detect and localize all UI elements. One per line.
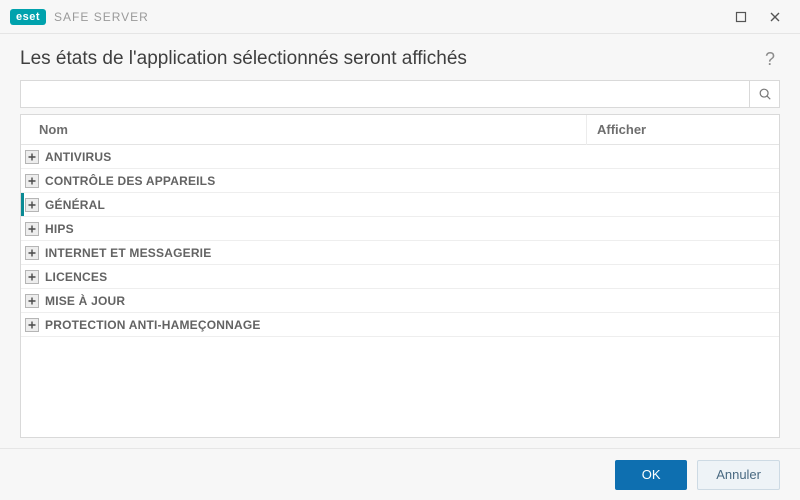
footer: OK Annuler xyxy=(0,448,800,500)
plus-icon xyxy=(27,296,37,306)
table-row[interactable]: GÉNÉRAL xyxy=(21,193,779,217)
brand: eset SAFE SERVER xyxy=(10,9,149,25)
table-header: Nom Afficher xyxy=(21,115,779,145)
search-input[interactable] xyxy=(21,81,749,107)
ok-button[interactable]: OK xyxy=(615,460,687,490)
expand-button[interactable] xyxy=(25,246,39,260)
search-button[interactable] xyxy=(749,81,779,107)
table-row[interactable]: CONTRÔLE DES APPAREILS xyxy=(21,169,779,193)
page-title: Les états de l'application sélectionnés … xyxy=(20,48,467,70)
table-body: ANTIVIRUS CONTRÔLE DES APPAREILS GÉNÉRAL HI… xyxy=(21,145,779,437)
plus-icon xyxy=(27,224,37,234)
titlebar: eset SAFE SERVER xyxy=(0,0,800,34)
plus-icon xyxy=(27,200,37,210)
expand-button[interactable] xyxy=(25,318,39,332)
table-row[interactable]: PROTECTION ANTI-HAMEÇONNAGE xyxy=(21,313,779,337)
plus-icon xyxy=(27,320,37,330)
cancel-button[interactable]: Annuler xyxy=(697,460,780,490)
expand-button[interactable] xyxy=(25,270,39,284)
expand-button[interactable] xyxy=(25,150,39,164)
expand-button[interactable] xyxy=(25,174,39,188)
row-label: ANTIVIRUS xyxy=(45,150,111,164)
plus-icon xyxy=(27,272,37,282)
table-row[interactable]: MISE À JOUR xyxy=(21,289,779,313)
row-label: HIPS xyxy=(45,222,74,236)
brand-badge: eset xyxy=(10,9,46,25)
app-window: eset SAFE SERVER Les états de l'applicat… xyxy=(0,0,800,500)
expand-button[interactable] xyxy=(25,294,39,308)
close-button[interactable] xyxy=(758,0,792,34)
row-label: CONTRÔLE DES APPAREILS xyxy=(45,174,215,188)
plus-icon xyxy=(27,248,37,258)
window-controls xyxy=(724,0,792,34)
search-row xyxy=(20,80,780,108)
column-name[interactable]: Nom xyxy=(21,115,587,145)
table-row[interactable]: ANTIVIRUS xyxy=(21,145,779,169)
brand-product: SAFE SERVER xyxy=(54,10,149,24)
column-show[interactable]: Afficher xyxy=(587,115,779,145)
plus-icon xyxy=(27,152,37,162)
search-icon xyxy=(758,87,772,101)
square-icon xyxy=(735,11,747,23)
table-row[interactable]: INTERNET ET MESSAGERIE xyxy=(21,241,779,265)
header: Les états de l'application sélectionnés … xyxy=(0,34,800,80)
row-label: MISE À JOUR xyxy=(45,294,125,308)
maximize-button[interactable] xyxy=(724,0,758,34)
row-label: INTERNET ET MESSAGERIE xyxy=(45,246,211,260)
help-button[interactable]: ? xyxy=(760,49,780,70)
expand-button[interactable] xyxy=(25,222,39,236)
body: Nom Afficher ANTIVIRUS CONTRÔLE DES APPAR… xyxy=(0,80,800,448)
row-label: LICENCES xyxy=(45,270,107,284)
row-label: GÉNÉRAL xyxy=(45,198,105,212)
expand-button[interactable] xyxy=(25,198,39,212)
row-label: PROTECTION ANTI-HAMEÇONNAGE xyxy=(45,318,261,332)
categories-table: Nom Afficher ANTIVIRUS CONTRÔLE DES APPAR… xyxy=(20,114,780,438)
close-icon xyxy=(769,11,781,23)
plus-icon xyxy=(27,176,37,186)
table-row[interactable]: HIPS xyxy=(21,217,779,241)
table-row[interactable]: LICENCES xyxy=(21,265,779,289)
